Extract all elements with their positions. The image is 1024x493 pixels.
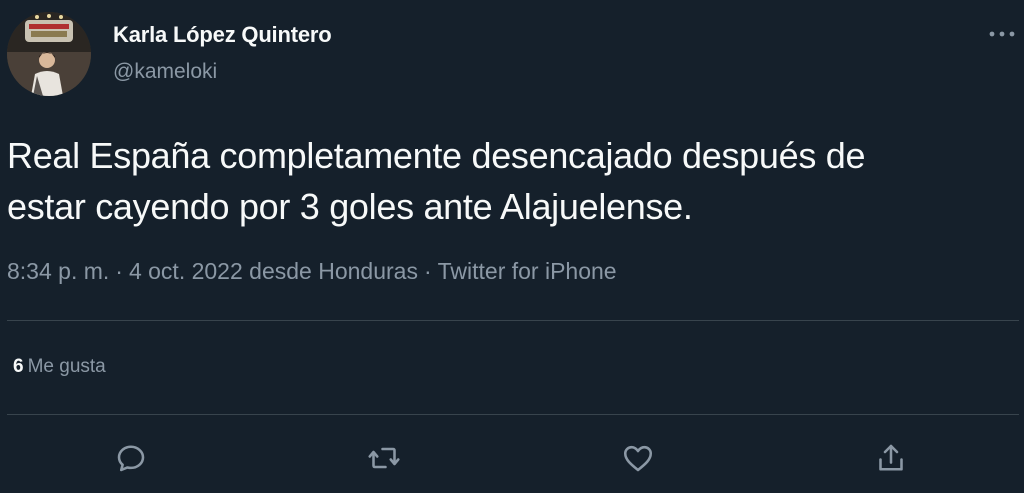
separator: · (115, 258, 123, 284)
tweet-location: desde Honduras (249, 258, 418, 284)
like-icon[interactable] (620, 440, 656, 476)
separator: · (423, 258, 432, 284)
tweet-time[interactable]: 8:34 p. m. (7, 258, 109, 284)
retweet-icon[interactable] (366, 440, 402, 476)
likes-count: 6 (13, 356, 24, 377)
tweet-text: Real España completamente desencajado de… (7, 130, 1012, 232)
tweet-text-line: estar cayendo por 3 goles ante Alajuelen… (7, 186, 693, 227)
avatar[interactable] (7, 12, 91, 96)
likes-label: Me gusta (27, 356, 106, 377)
divider (7, 414, 1019, 415)
avatar-photo (7, 12, 91, 96)
likes-stat[interactable]: 6 Me gusta (13, 356, 106, 378)
tweet-date[interactable]: 4 oct. 2022 (129, 258, 243, 284)
more-options-icon[interactable] (986, 24, 1018, 44)
divider (7, 320, 1019, 321)
author-display-name[interactable]: Karla López Quintero (113, 22, 332, 48)
author-handle[interactable]: @kameloki (113, 60, 217, 84)
tweet-text-line: Real España completamente desencajado de… (7, 135, 866, 176)
tweet-metadata: 8:34 p. m. · 4 oct. 2022 desde Honduras · Tw… (7, 258, 617, 285)
tweet-source[interactable]: Twitter for iPhone (438, 258, 617, 284)
share-icon[interactable] (873, 440, 909, 476)
reply-icon[interactable] (113, 440, 149, 476)
